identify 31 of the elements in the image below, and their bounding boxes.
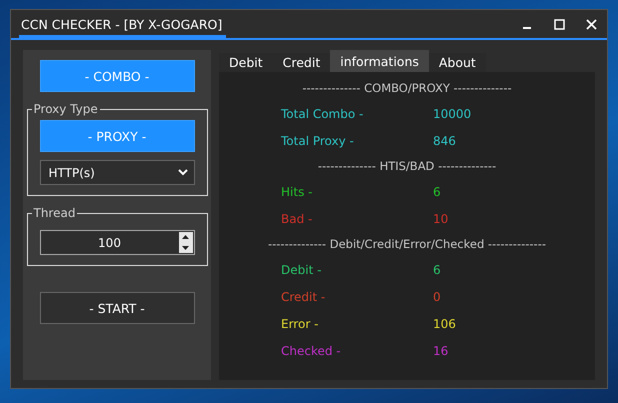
section-heading: -------------- Debit/Credit/Error/Checked -------------- xyxy=(266,236,548,253)
stat-label: Bad - xyxy=(281,212,314,226)
close-icon xyxy=(586,18,596,30)
stat-value: 10 xyxy=(433,212,448,226)
stat-label: Error - xyxy=(281,316,320,330)
stat-label: Checked - xyxy=(281,344,342,358)
stat-value: 6 xyxy=(433,184,441,198)
stat-value: 10000 xyxy=(433,106,472,120)
group-label: Proxy Type xyxy=(32,102,99,116)
window-title: CCN CHECKER - [BY X-GOGARO] xyxy=(19,12,226,38)
stat-value: 106 xyxy=(433,316,456,330)
start-button[interactable]: - START - xyxy=(40,292,194,324)
group-label: Thread xyxy=(32,206,76,220)
stat-value: 6 xyxy=(433,262,441,276)
minimize-icon xyxy=(523,27,531,29)
tab[interactable]: informations xyxy=(330,50,429,72)
chevron-down-icon xyxy=(178,169,188,176)
section-heading: -------------- HTIS/BAD -------------- xyxy=(316,158,498,175)
stat-label: Debit - xyxy=(281,262,322,276)
proxy-type-dropdown[interactable]: HTTP(s) xyxy=(40,160,194,185)
spin-arrows-icon[interactable] xyxy=(178,232,192,253)
stat-value: 846 xyxy=(433,134,456,148)
stat-label: Total Proxy - xyxy=(281,134,355,148)
stat-label: Credit - xyxy=(281,290,326,304)
section-heading: -------------- COMBO/PROXY -------------- xyxy=(301,80,513,97)
stat-value: 16 xyxy=(433,344,448,358)
stat-label: Total Combo - xyxy=(281,106,364,120)
stat-value: 0 xyxy=(433,290,441,304)
stat-label: Hits - xyxy=(281,184,314,198)
maximize-icon xyxy=(554,18,564,30)
thread-spinner[interactable]: 100 xyxy=(40,230,194,255)
